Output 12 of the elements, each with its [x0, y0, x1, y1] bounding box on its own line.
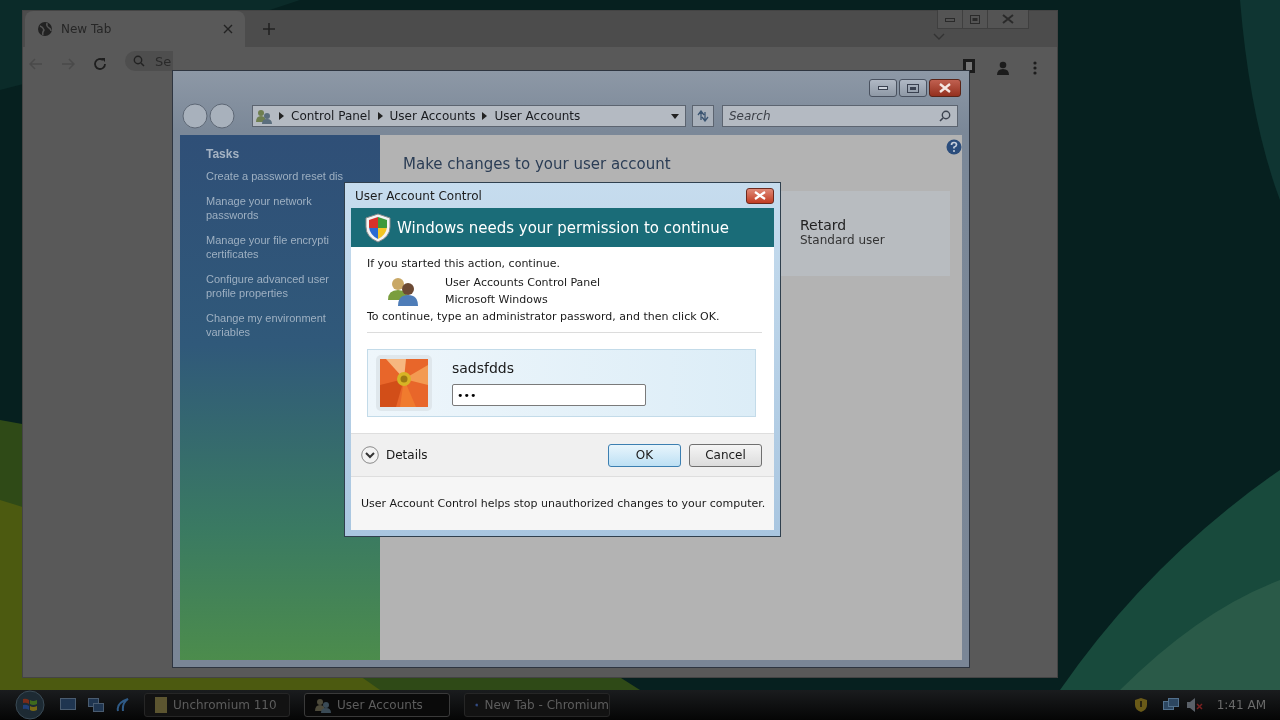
taskbar-button[interactable]: New Tab - Chromium	[464, 693, 610, 717]
start-button[interactable]	[12, 690, 48, 720]
muted-speaker-icon[interactable]	[1186, 698, 1203, 712]
desktop-icon[interactable]	[60, 698, 76, 712]
windows-icon[interactable]	[88, 698, 104, 712]
users-icon	[315, 697, 331, 713]
clock[interactable]: 1:41 AM	[1216, 698, 1266, 712]
taskbar-button[interactable]: User Accounts	[304, 693, 450, 717]
shield-icon[interactable]	[1134, 698, 1147, 712]
taskbar-button[interactable]: Unchromium 110	[144, 693, 290, 717]
network-icon[interactable]	[1162, 698, 1179, 712]
folder-icon	[155, 697, 167, 713]
